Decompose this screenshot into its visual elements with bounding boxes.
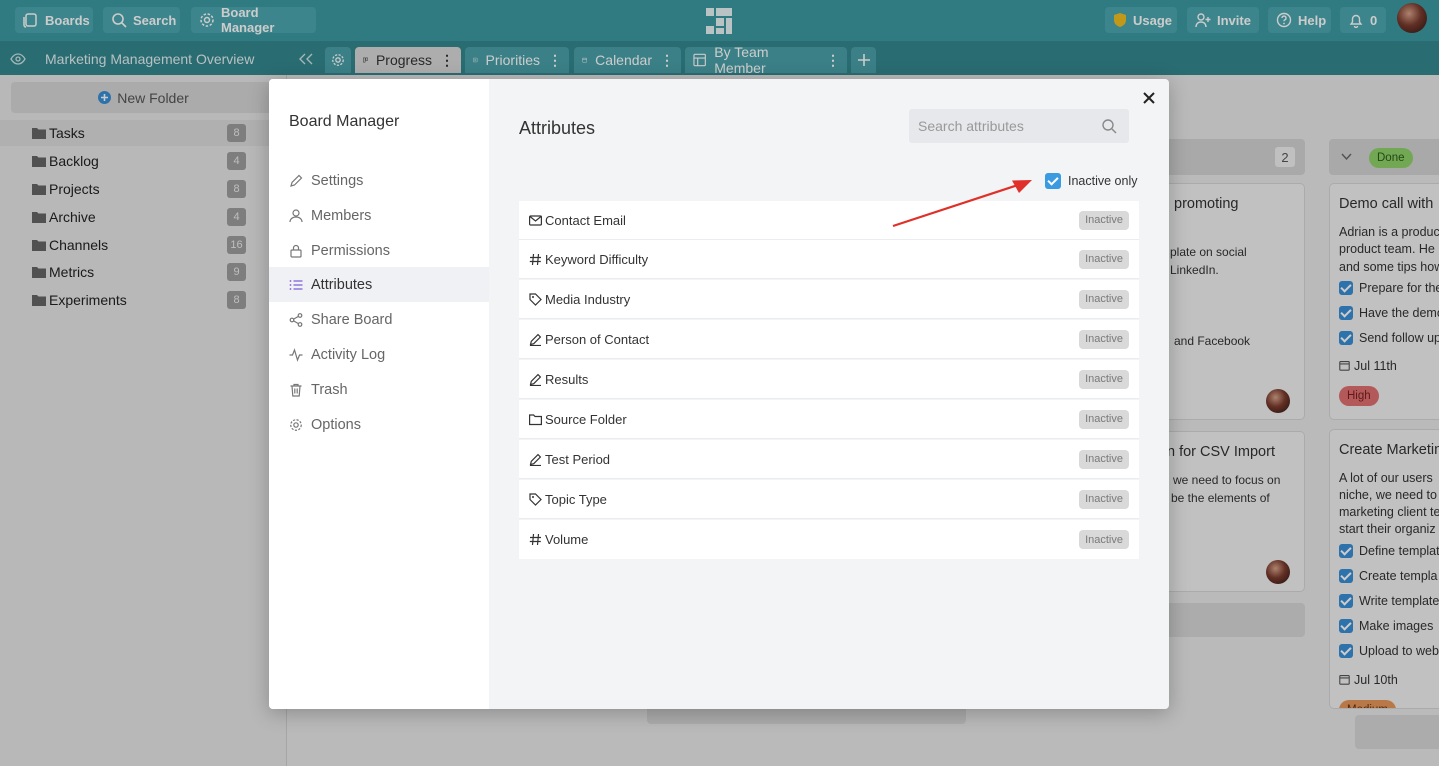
- attribute-name: Media Industry: [545, 291, 631, 307]
- attribute-name: Contact Email: [545, 212, 626, 228]
- status-badge: Inactive: [1079, 329, 1129, 349]
- status-badge: Inactive: [1079, 369, 1129, 389]
- attribute-search: [909, 109, 1129, 143]
- inactive-only-label[interactable]: Inactive only: [1068, 174, 1137, 188]
- board-manager-modal: Board Manager Settings Members Permissio…: [269, 79, 1169, 709]
- nav-label: Trash: [311, 381, 348, 398]
- close-icon[interactable]: [1142, 91, 1156, 105]
- inactive-only-checkbox[interactable]: [1045, 173, 1061, 189]
- pencil-icon: [290, 174, 303, 187]
- nav-item-activity-log[interactable]: Activity Log: [269, 337, 489, 372]
- nav-label: Members: [311, 207, 372, 224]
- attribute-name: Results: [545, 371, 589, 387]
- status-badge: Inactive: [1079, 289, 1129, 309]
- attribute-row[interactable]: Source Folder Inactive: [519, 400, 1139, 439]
- nav-label: Attributes: [311, 276, 373, 293]
- user-icon: [289, 208, 303, 222]
- status-badge: Inactive: [1079, 409, 1129, 429]
- folder-icon: [529, 413, 542, 425]
- tag-icon: [529, 492, 542, 506]
- activity-icon: [289, 347, 303, 362]
- lock-icon: [290, 244, 302, 258]
- board-manager-nav: Board Manager Settings Members Permissio…: [269, 79, 489, 709]
- pencil-icon: [529, 333, 542, 346]
- status-badge: Inactive: [1079, 530, 1129, 549]
- nav-item-trash[interactable]: Trash: [269, 372, 489, 407]
- attribute-name: Person of Contact: [545, 331, 650, 347]
- page-title: Attributes: [519, 118, 596, 138]
- list-icon: [289, 279, 303, 290]
- status-badge: Inactive: [1079, 249, 1129, 269]
- nav-item-options[interactable]: Options: [269, 407, 489, 442]
- pencil-icon: [529, 453, 542, 466]
- nav-label: Settings: [311, 172, 364, 189]
- nav-label: Activity Log: [311, 346, 386, 363]
- attribute-name: Source Folder: [545, 411, 627, 427]
- nav-item-members[interactable]: Members: [269, 198, 489, 233]
- pencil-icon: [529, 373, 542, 386]
- trash-icon: [290, 383, 302, 397]
- nav-item-attributes[interactable]: Attributes: [269, 267, 489, 302]
- attribute-name: Topic Type: [545, 491, 607, 507]
- nav-item-settings[interactable]: Settings: [269, 163, 489, 198]
- attribute-row[interactable]: Test Period Inactive: [519, 440, 1139, 479]
- attribute-row[interactable]: Media Industry Inactive: [519, 280, 1139, 319]
- status-badge: Inactive: [1079, 210, 1129, 230]
- nav-label: Permissions: [311, 242, 390, 259]
- status-badge: Inactive: [1079, 489, 1129, 509]
- nav-label: Options: [311, 416, 361, 433]
- attribute-row[interactable]: Person of Contact Inactive: [519, 320, 1139, 359]
- attribute-row[interactable]: Keyword Difficulty Inactive: [519, 240, 1139, 279]
- gear-icon: [290, 418, 302, 431]
- hash-icon: [529, 253, 541, 265]
- nav-item-share-board[interactable]: Share Board: [269, 302, 489, 337]
- nav-label: Share Board: [311, 311, 393, 328]
- attribute-row[interactable]: Volume Inactive: [519, 520, 1139, 559]
- hash-icon: [529, 533, 541, 546]
- search-input[interactable]: [909, 109, 1099, 143]
- attribute-name: Keyword Difficulty: [545, 251, 649, 267]
- attribute-row[interactable]: Contact Email Inactive: [519, 201, 1139, 240]
- share-icon: [289, 312, 303, 327]
- search-icon[interactable]: [1101, 118, 1117, 134]
- mail-icon: [529, 214, 542, 226]
- attribute-name: Volume: [545, 532, 589, 547]
- status-badge: Inactive: [1079, 449, 1129, 469]
- nav-item-permissions[interactable]: Permissions: [269, 233, 489, 268]
- modal-nav-title: Board Manager: [289, 113, 400, 130]
- annotation-arrow-icon: [892, 180, 1032, 228]
- tag-icon: [529, 292, 542, 306]
- attribute-row[interactable]: Topic Type Inactive: [519, 480, 1139, 519]
- attribute-row[interactable]: Results Inactive: [519, 360, 1139, 399]
- attribute-name: Test Period: [545, 451, 611, 467]
